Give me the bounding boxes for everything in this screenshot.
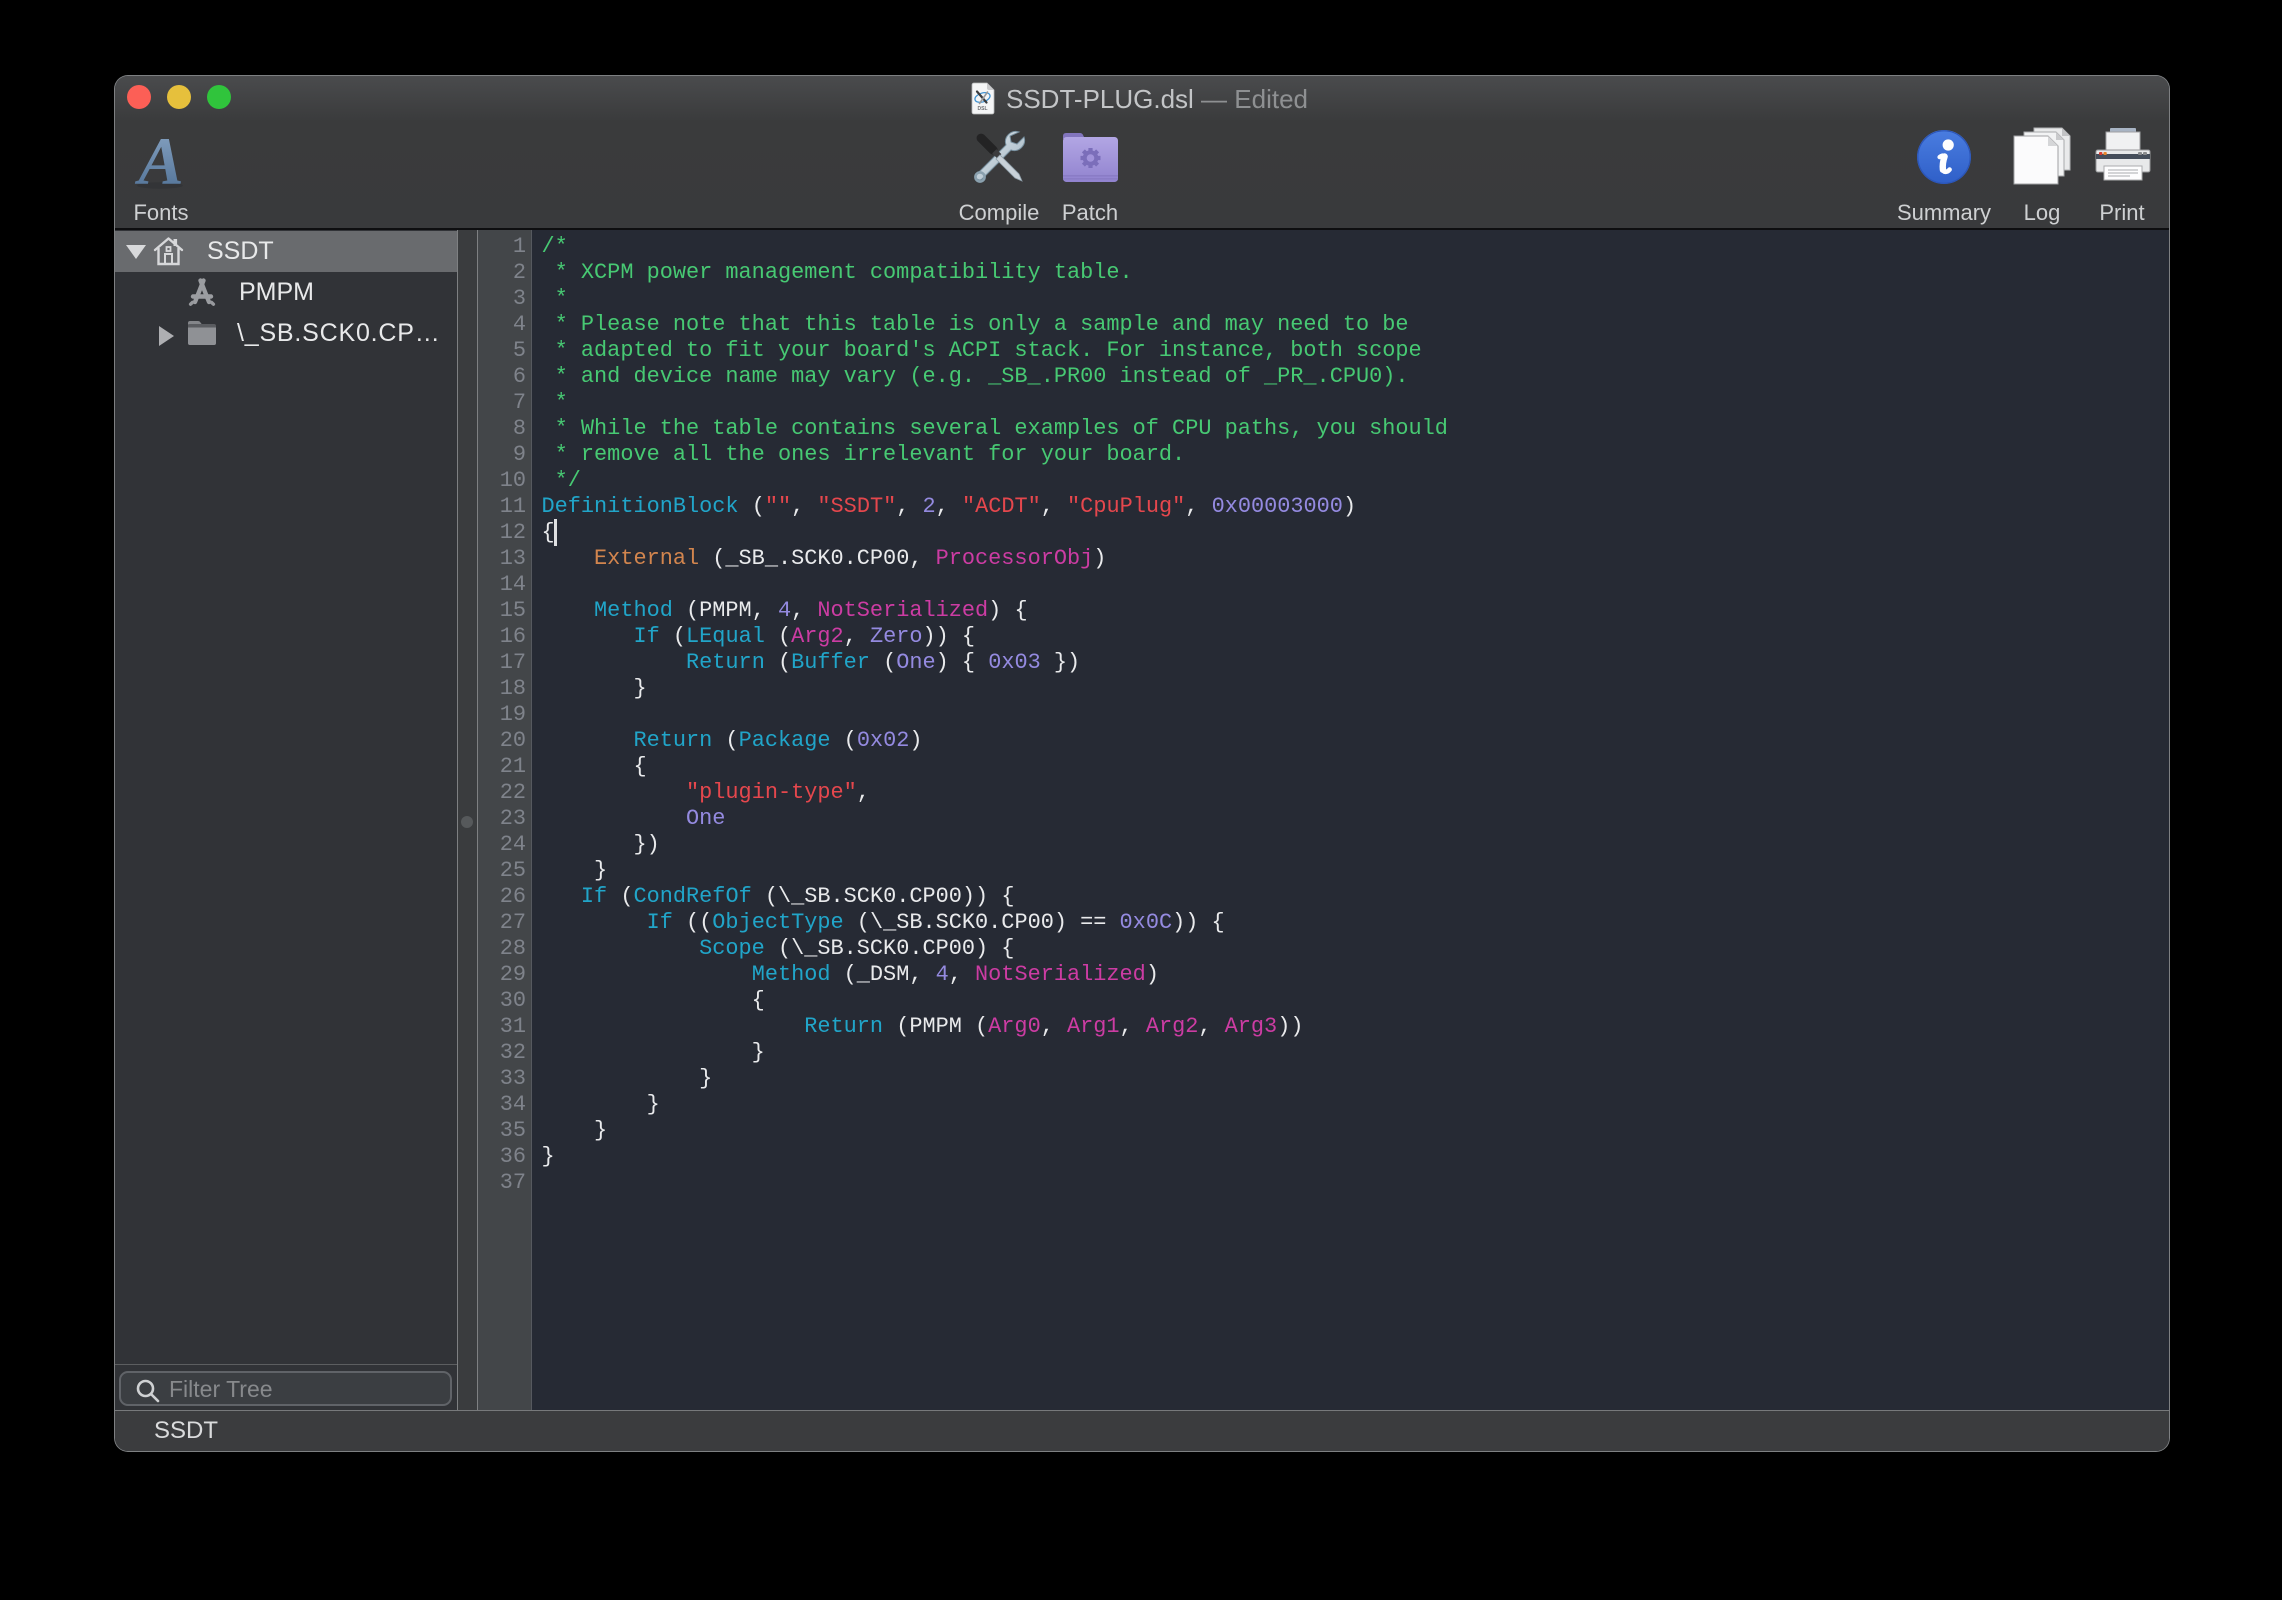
svg-text:A: A	[134, 132, 183, 190]
svg-text:DSL: DSL	[978, 106, 988, 112]
